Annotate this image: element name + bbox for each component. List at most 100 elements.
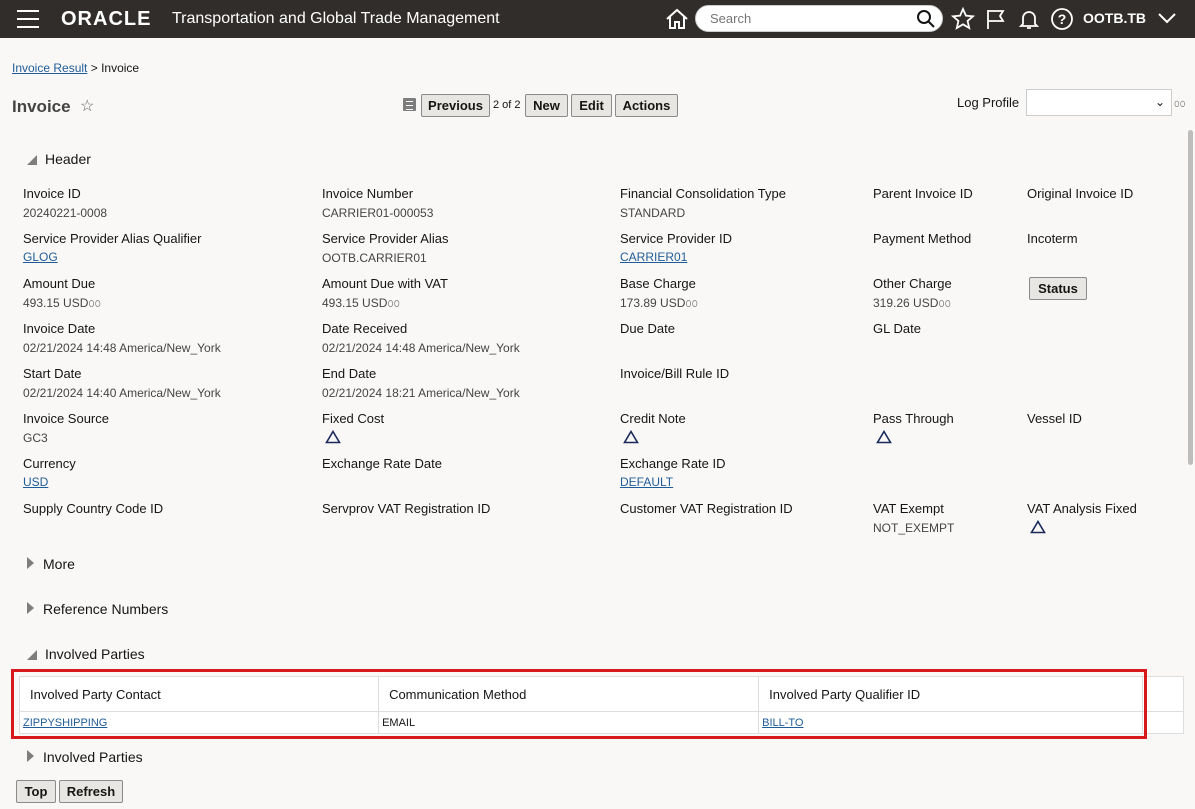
end-date-label: End Date <box>322 366 377 381</box>
sp-alias-qualifier-link[interactable]: GLOG <box>23 250 58 264</box>
pass-through-checkbox-icon[interactable] <box>876 430 892 444</box>
date-received-value: 02/21/2024 14:48 America/New_York <box>322 341 520 355</box>
servprov-vat-label: Servprov VAT Registration ID <box>322 501 491 516</box>
invoice-number-label: Invoice Number <box>322 186 414 201</box>
incoterm-label: Incoterm <box>1027 231 1078 246</box>
user-menu-chevron-icon[interactable] <box>1157 10 1177 26</box>
svg-text:?: ? <box>1058 11 1067 27</box>
column-header-spacer <box>1142 676 1184 712</box>
breadcrumb-invoice-result-link[interactable]: Invoice Result <box>12 61 87 75</box>
flag-icon[interactable] <box>984 7 1008 31</box>
vat-analysis-fixed-checkbox-icon[interactable] <box>1030 520 1046 534</box>
sp-alias-value: OOTB.CARRIER01 <box>322 251 427 265</box>
exchange-rate-id-label: Exchange Rate ID <box>620 456 726 471</box>
credit-note-label: Credit Note <box>620 411 686 426</box>
vessel-id-label: Vessel ID <box>1027 411 1082 426</box>
sp-alias-label: Service Provider Alias <box>322 231 449 246</box>
involved-parties-section-toggle[interactable]: Involved Parties <box>27 646 145 662</box>
chevron-down-icon: ⌄ <box>1154 95 1165 109</box>
amount-due-vat-value: 493.15 USD <box>322 296 388 310</box>
log-profile-label: Log Profile <box>957 95 1020 110</box>
sp-id-label: Service Provider ID <box>620 231 732 246</box>
log-profile-select[interactable]: ⌄ <box>1026 89 1172 116</box>
exchange-rate-id-link[interactable]: DEFAULT <box>620 475 673 489</box>
customer-vat-label: Customer VAT Registration ID <box>620 501 793 516</box>
sp-id-link[interactable]: CARRIER01 <box>620 250 687 264</box>
previous-button[interactable]: Previous <box>421 94 490 117</box>
reference-numbers-section-toggle[interactable]: Reference Numbers <box>27 601 168 617</box>
credit-note-checkbox-icon[interactable] <box>623 430 639 444</box>
refresh-button[interactable]: Refresh <box>59 780 123 803</box>
vat-exempt-label: VAT Exempt <box>873 501 944 516</box>
amount-due-vat-label: Amount Due with VAT <box>322 276 448 291</box>
end-date-value: 02/21/2024 18:21 America/New_York <box>322 386 520 400</box>
invoice-source-value: GC3 <box>23 431 48 445</box>
help-icon[interactable]: ? <box>1050 7 1074 31</box>
involved-parties-2-section-toggle[interactable]: Involved Parties <box>27 749 143 765</box>
amount-due-label: Amount Due <box>23 276 96 291</box>
due-date-label: Due Date <box>620 321 675 336</box>
exchange-rate-date-label: Exchange Rate Date <box>322 456 442 471</box>
status-button[interactable]: Status <box>1029 277 1087 300</box>
top-bar: ORACLE Transportation and Global Trade M… <box>0 0 1195 38</box>
favorite-star-icon[interactable]: ☆ <box>80 96 94 116</box>
edit-button[interactable]: Edit <box>571 94 612 117</box>
collapse-triangle-icon <box>27 155 37 165</box>
collapse-triangle-icon <box>27 650 37 660</box>
list-icon[interactable] <box>403 98 416 111</box>
app-title: Transportation and Global Trade Manageme… <box>172 10 500 27</box>
amount-due-value: 493.15 USD <box>23 296 89 310</box>
more-section-toggle[interactable]: More <box>27 556 75 572</box>
header-section-toggle[interactable]: Header <box>27 151 91 167</box>
vat-exempt-value: NOT_EXEMPT <box>873 521 955 535</box>
fin-consolidation-type-value: STANDARD <box>620 206 686 220</box>
scrollbar[interactable] <box>1188 130 1193 465</box>
search-box[interactable] <box>695 5 943 32</box>
fin-consolidation-type-label: Financial Consolidation Type <box>620 186 786 201</box>
expand-triangle-icon <box>27 750 34 762</box>
breadcrumb-current: Invoice <box>101 61 140 75</box>
search-icon[interactable] <box>916 9 936 29</box>
currency-label: Currency <box>23 456 76 471</box>
parent-invoice-id-label: Parent Invoice ID <box>873 186 973 201</box>
other-charge-label: Other Charge <box>873 276 952 291</box>
fixed-cost-checkbox-icon[interactable] <box>325 430 341 444</box>
invoice-id-value: 20240221-0008 <box>23 206 108 220</box>
vat-analysis-fixed-label: VAT Analysis Fixed <box>1027 501 1137 516</box>
start-date-value: 02/21/2024 14:40 America/New_York <box>23 386 221 400</box>
glasses-icon[interactable]: ௦௦ <box>1174 99 1185 111</box>
favorites-star-icon[interactable] <box>951 7 975 31</box>
expand-triangle-icon <box>27 602 34 614</box>
highlight-box <box>11 669 1147 739</box>
date-received-label: Date Received <box>322 321 408 336</box>
glasses-icon[interactable]: ௦௦ <box>387 298 400 310</box>
invoice-date-value: 02/21/2024 14:48 America/New_York <box>23 341 221 355</box>
expand-triangle-icon <box>27 557 34 569</box>
breadcrumb: Invoice Result > Invoice <box>12 61 139 75</box>
supply-country-label: Supply Country Code ID <box>23 501 164 516</box>
top-button[interactable]: Top <box>16 780 56 803</box>
gl-date-label: GL Date <box>873 321 921 336</box>
pass-through-label: Pass Through <box>873 411 954 426</box>
base-charge-label: Base Charge <box>620 276 696 291</box>
search-input[interactable] <box>708 10 912 27</box>
spacer-cell <box>1142 711 1184 734</box>
home-icon[interactable] <box>664 6 690 32</box>
invoice-source-label: Invoice Source <box>23 411 109 426</box>
page-title: Invoice <box>12 97 71 116</box>
user-name[interactable]: OOTB.TB <box>1083 10 1146 26</box>
new-button[interactable]: New <box>525 94 568 117</box>
sp-alias-qualifier-label: Service Provider Alias Qualifier <box>23 231 202 246</box>
original-invoice-id-label: Original Invoice ID <box>1027 186 1134 201</box>
actions-button[interactable]: Actions <box>615 94 678 117</box>
bill-rule-id-label: Invoice/Bill Rule ID <box>620 366 730 381</box>
invoice-date-label: Invoice Date <box>23 321 96 336</box>
glasses-icon[interactable]: ௦௦ <box>938 298 951 310</box>
glasses-icon[interactable]: ௦௦ <box>88 298 101 310</box>
notifications-bell-icon[interactable] <box>1017 7 1041 31</box>
start-date-label: Start Date <box>23 366 82 381</box>
fixed-cost-label: Fixed Cost <box>322 411 385 426</box>
glasses-icon[interactable]: ௦௦ <box>685 298 698 310</box>
menu-icon[interactable] <box>17 10 39 28</box>
currency-link[interactable]: USD <box>23 475 48 489</box>
